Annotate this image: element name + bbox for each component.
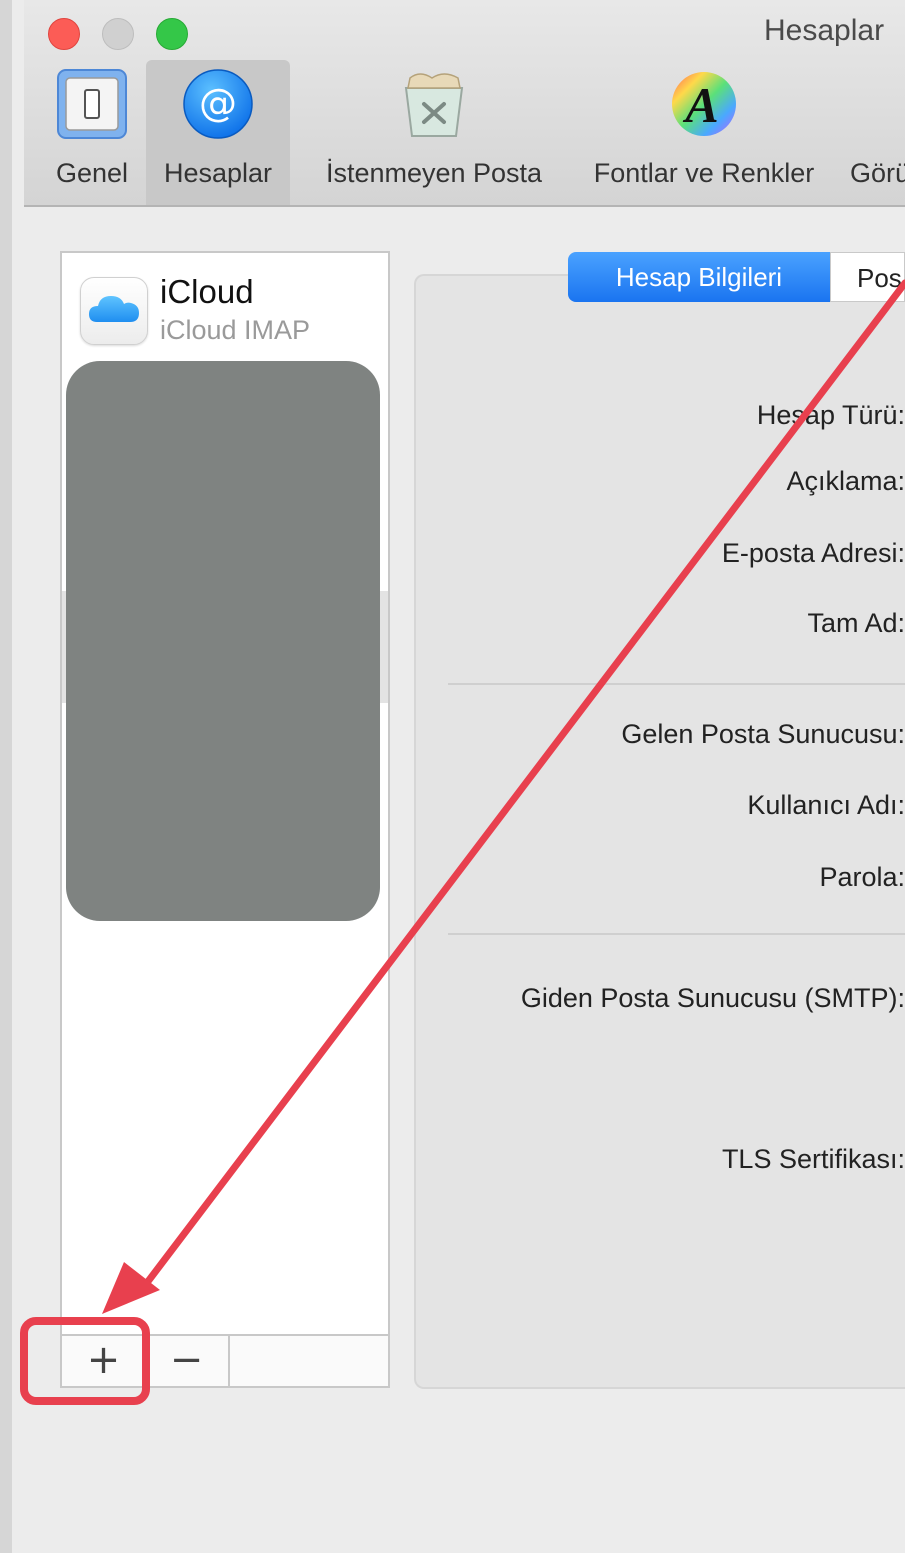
section-divider: [448, 933, 905, 935]
toolbar-item-label: Genel: [55, 158, 129, 188]
add-account-button[interactable]: +: [62, 1336, 147, 1386]
tab-mailbox-behaviors[interactable]: Pos: [830, 252, 905, 302]
username-label: Kullanıcı Adı:: [747, 790, 905, 820]
switch-icon: [54, 66, 130, 142]
toolbar-item-general[interactable]: Genel: [42, 60, 142, 205]
account-name: iCloud: [160, 273, 254, 310]
toolbar-item-label: Hesaplar: [163, 158, 273, 188]
section-divider: [448, 683, 905, 685]
preferences-toolbar: Hesaplar Genel @ Hesaplar İstenmeyen Pos…: [24, 0, 905, 207]
account-list-controls: + −: [60, 1334, 390, 1388]
incoming-server-label: Gelen Posta Sunucusu:: [621, 719, 905, 749]
junk-trash-icon: [396, 66, 472, 142]
account-item-icloud[interactable]: iCloud iCloud IMAP: [62, 253, 388, 353]
icloud-icon: [80, 277, 148, 345]
minimize-window-button[interactable]: [102, 18, 134, 50]
redacted-accounts: [66, 361, 380, 921]
toolbar-item-label: İstenmeyen Posta: [325, 158, 543, 188]
toolbar-item-viewing[interactable]: Görü: [842, 60, 905, 205]
zoom-window-button[interactable]: [156, 18, 188, 50]
at-sign-icon: @: [180, 66, 256, 142]
toolbar-item-label: Görü: [850, 158, 905, 188]
close-window-button[interactable]: [48, 18, 80, 50]
toolbar-item-accounts[interactable]: @ Hesaplar: [146, 60, 290, 205]
tab-account-info[interactable]: Hesap Bilgileri: [568, 252, 830, 302]
tls-certificate-label: TLS Sertifikası:: [721, 1144, 905, 1174]
account-type: iCloud IMAP: [160, 315, 311, 345]
remove-account-button[interactable]: −: [145, 1336, 230, 1386]
accounts-list: iCloud iCloud IMAP: [60, 251, 390, 1337]
full-name-label: Tam Ad:: [807, 608, 905, 638]
outgoing-server-label: Giden Posta Sunucusu (SMTP):: [520, 983, 905, 1013]
toolbar-item-junk-mail[interactable]: İstenmeyen Posta: [302, 60, 566, 205]
email-address-label: E-posta Adresi:: [721, 538, 905, 568]
account-type-label: Hesap Türü:: [756, 400, 905, 430]
description-label: Açıklama:: [786, 466, 905, 496]
svg-text:A: A: [682, 77, 718, 133]
toolbar-item-label: Fontlar ve Renkler: [593, 158, 815, 188]
account-details-panel: [414, 274, 905, 1389]
window-title: Hesaplar: [764, 14, 885, 47]
svg-text:@: @: [199, 81, 237, 125]
mail-preferences-window: Hesaplar Genel @ Hesaplar İstenmeyen Pos…: [0, 0, 905, 1553]
toolbar-item-fonts-colors[interactable]: A Fontlar ve Renkler: [576, 60, 832, 205]
font-color-icon: A: [666, 66, 742, 142]
password-label: Parola:: [819, 862, 905, 892]
